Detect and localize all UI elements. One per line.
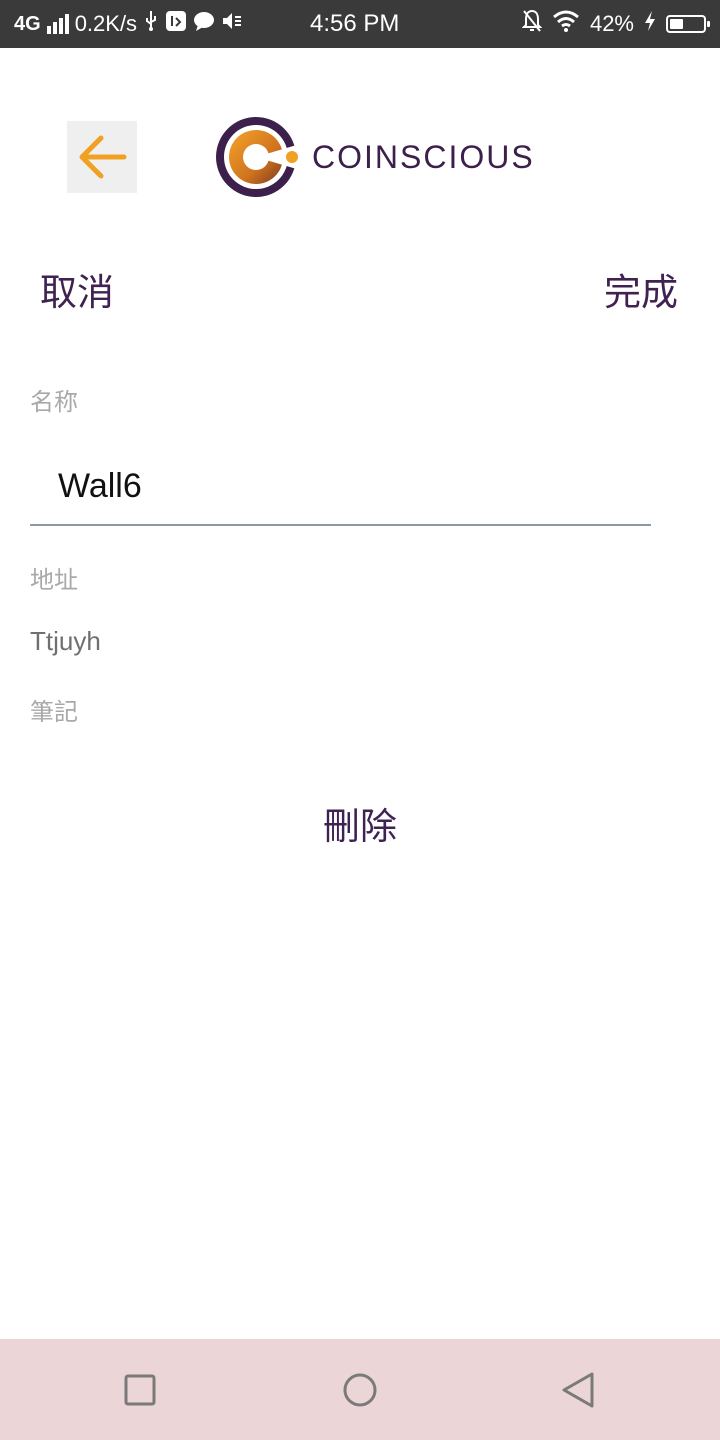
clock: 4:56 PM <box>310 10 400 37</box>
address-value[interactable]: Ttjuyh <box>30 626 101 657</box>
bell-off-icon <box>521 9 543 39</box>
battery-icon <box>666 15 710 33</box>
action-row: 取消 完成 <box>0 262 720 314</box>
usb-icon <box>143 10 159 38</box>
usb-debug-icon <box>165 10 187 38</box>
network-type: 4G <box>14 12 41 35</box>
address-label: 地址 <box>30 566 78 594</box>
status-right: 42% <box>521 0 710 48</box>
navigation-bar <box>0 1339 720 1440</box>
back-button[interactable] <box>67 121 137 193</box>
coin-logo-icon <box>216 117 300 197</box>
delete-button[interactable]: 刪除 <box>0 796 720 850</box>
status-left: 4G 0.2K/s <box>14 0 243 48</box>
coinscious-logo: COINSCIOUS <box>214 114 544 200</box>
home-button[interactable] <box>310 1339 410 1440</box>
app-header: COINSCIOUS <box>0 48 720 218</box>
triangle-back-icon <box>562 1372 594 1407</box>
network-speed: 0.2K/s <box>74 11 138 36</box>
circle-icon <box>343 1373 377 1406</box>
done-button[interactable]: 完成 <box>604 262 678 316</box>
battery-percent: 42% <box>589 11 634 36</box>
name-label: 名称 <box>30 388 78 416</box>
signal-icon <box>46 14 69 34</box>
square-icon <box>124 1374 156 1405</box>
arrow-left-icon <box>79 135 127 179</box>
recents-button[interactable] <box>90 1339 190 1440</box>
name-input[interactable] <box>30 448 651 526</box>
logo-text: COINSCIOUS <box>312 138 535 175</box>
nav-back-button[interactable] <box>528 1339 628 1440</box>
wifi-icon <box>552 10 580 38</box>
charging-icon <box>644 10 656 38</box>
mute-icon <box>221 10 243 38</box>
status-bar: 4G 0.2K/s 4:56 PM 42% <box>0 0 720 48</box>
note-label: 筆記 <box>30 698 78 726</box>
chat-icon <box>193 10 215 38</box>
cancel-button[interactable]: 取消 <box>40 262 114 316</box>
